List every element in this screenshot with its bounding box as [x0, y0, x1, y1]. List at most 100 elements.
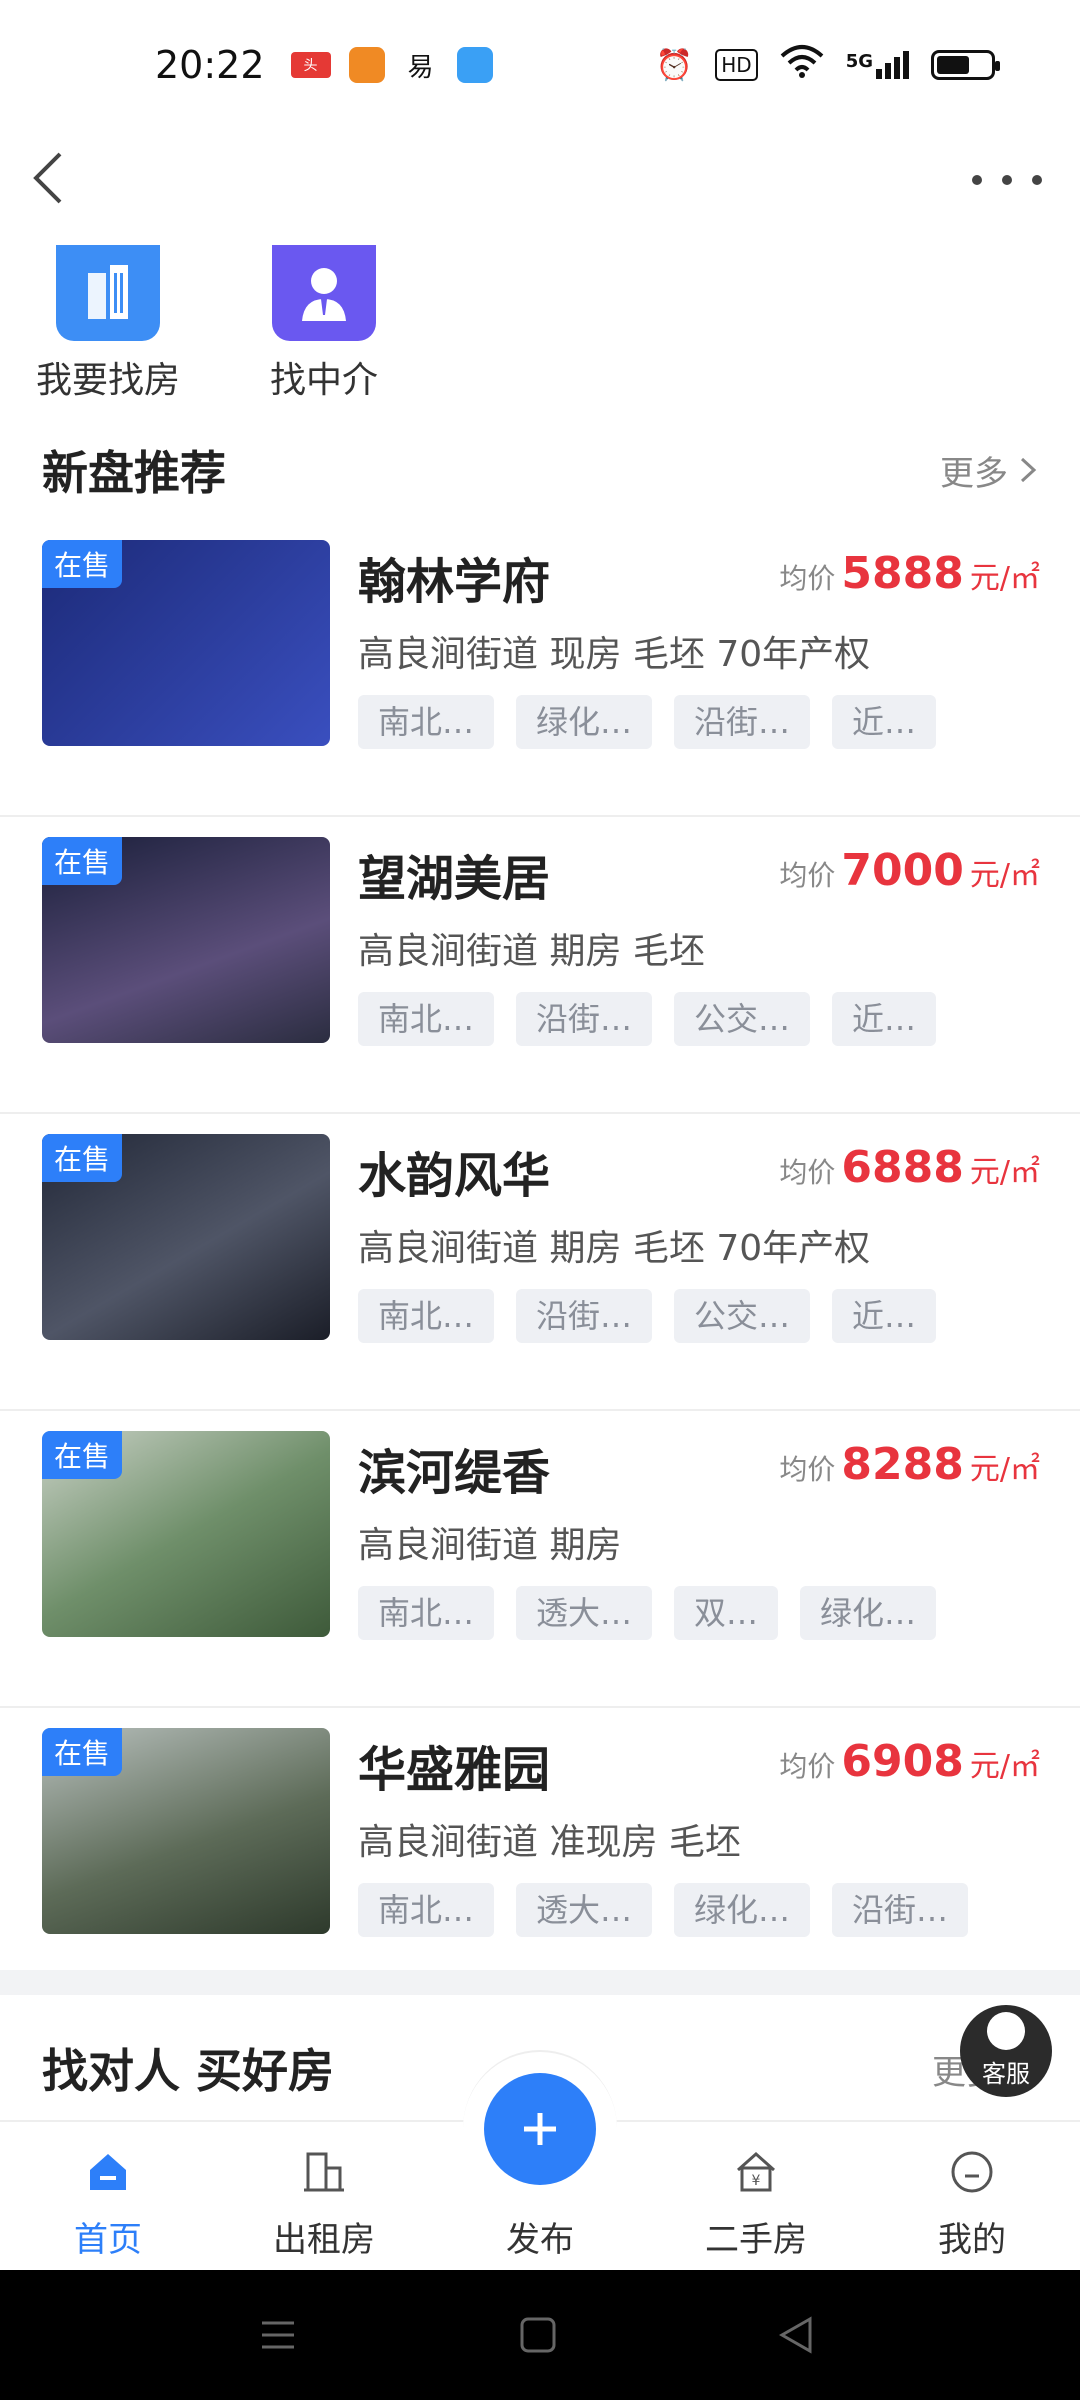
- tag-chip: 南北…: [358, 1289, 495, 1343]
- tag-chip: 绿化…: [674, 1883, 811, 1937]
- toutiao-icon: 头: [290, 52, 331, 78]
- status-bar: 20:22 头 易 ⏰ HD 5G: [0, 0, 1080, 130]
- status-badge: 在售: [42, 540, 123, 588]
- price-unit: 元/㎡: [969, 561, 1040, 596]
- listing-price: 均价 5888 元/㎡: [779, 548, 1040, 599]
- chevron-left-icon: [33, 152, 62, 204]
- back-triangle-icon[interactable]: [776, 2315, 816, 2359]
- tag-chip: 沿街…: [516, 992, 653, 1046]
- status-time: 20:22: [155, 43, 265, 87]
- hd-icon: HD: [715, 49, 758, 81]
- more-dot-icon: [1002, 175, 1012, 185]
- tab-home-label: 首页: [74, 2220, 142, 2260]
- listing-thumbnail[interactable]: 在售: [42, 1134, 330, 1340]
- listing-price: 均价 7000 元/㎡: [779, 845, 1040, 896]
- listing-item[interactable]: 在售 水韵风华 均价 6888 元/㎡ 高良涧街道 期房 毛坯 70年产权 南北…: [0, 1114, 1080, 1411]
- tag-chip: 沿街…: [516, 1289, 653, 1343]
- listing-name: 翰林学府: [358, 554, 551, 610]
- app-icon: [348, 47, 385, 83]
- tag-chip: 透大…: [516, 1883, 653, 1937]
- listing-name: 水韵风华: [358, 1148, 551, 1204]
- publish-button[interactable]: [484, 2073, 596, 2185]
- tag-chip: 公交…: [674, 992, 811, 1046]
- tag-chip: 近…: [832, 695, 937, 749]
- tag-chip: 沿街…: [674, 695, 811, 749]
- tab-profile[interactable]: 我的: [872, 2142, 1072, 2261]
- price-label: 均价: [779, 1156, 836, 1189]
- price-value: 6908: [841, 1736, 964, 1787]
- customer-service-button[interactable]: 客服: [960, 2005, 1052, 2097]
- status-left: 20:22 头 易: [155, 43, 493, 87]
- listing-item[interactable]: 在售 望湖美居 均价 7000 元/㎡ 高良涧街道 期房 毛坯 南北… 沿街… …: [0, 817, 1080, 1114]
- system-nav-bar: [0, 2270, 1080, 2400]
- listing-info: 高良涧街道 期房 毛坯 70年产权: [358, 1228, 871, 1269]
- more-link[interactable]: 更多: [940, 446, 1038, 495]
- listing-tags: 南北… 沿街… 公交… 近…: [358, 1289, 937, 1343]
- tab-home[interactable]: 首页: [8, 2142, 208, 2261]
- listing-thumbnail[interactable]: 在售: [42, 1431, 330, 1637]
- customer-service-label: 客服: [982, 2060, 1030, 2088]
- new-projects-header: 新盘推荐 更多: [42, 440, 1038, 500]
- svg-text:¥: ¥: [752, 2173, 761, 2189]
- status-badge: 在售: [42, 1431, 123, 1479]
- secondhand-icon: ¥: [656, 2142, 856, 2202]
- status-badge: 在售: [42, 1728, 123, 1776]
- tag-chip: 沿街…: [832, 1883, 969, 1937]
- customer-service-icon: [987, 2012, 1025, 2050]
- tab-rent[interactable]: 出租房: [224, 2142, 424, 2261]
- listing-item[interactable]: 在售 翰林学府 均价 5888 元/㎡ 高良涧街道 现房 毛坯 70年产权 南北…: [0, 520, 1080, 817]
- building-icon: [56, 245, 160, 341]
- alarm-icon: ⏰: [655, 47, 694, 83]
- tag-chip: 透大…: [516, 1586, 653, 1640]
- price-label: 均价: [779, 1453, 836, 1486]
- status-badge: 在售: [42, 837, 123, 885]
- agent-icon: [272, 245, 376, 341]
- more-dot-icon: [972, 175, 982, 185]
- listing-thumbnail[interactable]: 在售: [42, 540, 330, 746]
- battery-icon: [931, 50, 1000, 80]
- quick-find-house[interactable]: 我要找房: [8, 245, 208, 403]
- menu-icon[interactable]: [258, 2315, 298, 2359]
- listing-tags: 南北… 透大… 双… 绿化…: [358, 1586, 937, 1640]
- tab-secondhand[interactable]: ¥ 二手房: [656, 2142, 856, 2261]
- more-link-label: 更多: [940, 453, 1008, 494]
- more-dot-icon: [1032, 175, 1042, 185]
- publish-label: 发布: [506, 2220, 574, 2260]
- quick-find-house-label: 我要找房: [35, 360, 180, 401]
- plus-icon: [524, 2113, 556, 2145]
- network-label: 5G: [845, 51, 873, 72]
- home-square-icon[interactable]: [518, 2315, 558, 2359]
- price-value: 5888: [841, 548, 964, 599]
- weather-icon: [456, 47, 493, 83]
- back-button[interactable]: [22, 148, 82, 208]
- tag-chip: 南北…: [358, 992, 495, 1046]
- listing-price: 均价 8288 元/㎡: [779, 1439, 1040, 1490]
- listing-price: 均价 6908 元/㎡: [779, 1736, 1040, 1787]
- listing-thumbnail[interactable]: 在售: [42, 837, 330, 1043]
- tag-chip: 南北…: [358, 1883, 495, 1937]
- price-value: 8288: [841, 1439, 964, 1490]
- wifi-icon: [780, 44, 824, 86]
- tag-chip: 近…: [832, 992, 937, 1046]
- tag-chip: 公交…: [674, 1289, 811, 1343]
- tag-chip: 绿化…: [800, 1586, 937, 1640]
- signal-5g-icon: 5G: [846, 51, 909, 79]
- listing-info: 高良涧街道 现房 毛坯 70年产权: [358, 634, 871, 675]
- chevron-right-icon: [1020, 457, 1037, 483]
- listing-info: 高良涧街道 期房 毛坯: [358, 931, 705, 972]
- listing-thumbnail[interactable]: 在售: [42, 1728, 330, 1934]
- listing-item[interactable]: 在售 滨河缇香 均价 8288 元/㎡ 高良涧街道 期房 南北… 透大… 双… …: [0, 1411, 1080, 1708]
- tag-chip: 南北…: [358, 1586, 495, 1640]
- profile-icon: [872, 2142, 1072, 2202]
- price-label: 均价: [779, 859, 836, 892]
- home-icon: [8, 2142, 208, 2202]
- listing-tags: 南北… 绿化… 沿街… 近…: [358, 695, 937, 749]
- more-button[interactable]: [972, 160, 1042, 200]
- tag-chip: 绿化…: [516, 695, 653, 749]
- quick-find-agent[interactable]: 找中介: [224, 245, 424, 403]
- section-divider: [0, 1970, 1080, 1995]
- agents-section-title: 找对人 买好房: [42, 2044, 335, 2098]
- listing-item[interactable]: 在售 华盛雅园 均价 6908 元/㎡ 高良涧街道 准现房 毛坯 南北… 透大……: [0, 1708, 1080, 2003]
- listing-name: 华盛雅园: [358, 1742, 551, 1798]
- listing-name: 望湖美居: [358, 851, 551, 907]
